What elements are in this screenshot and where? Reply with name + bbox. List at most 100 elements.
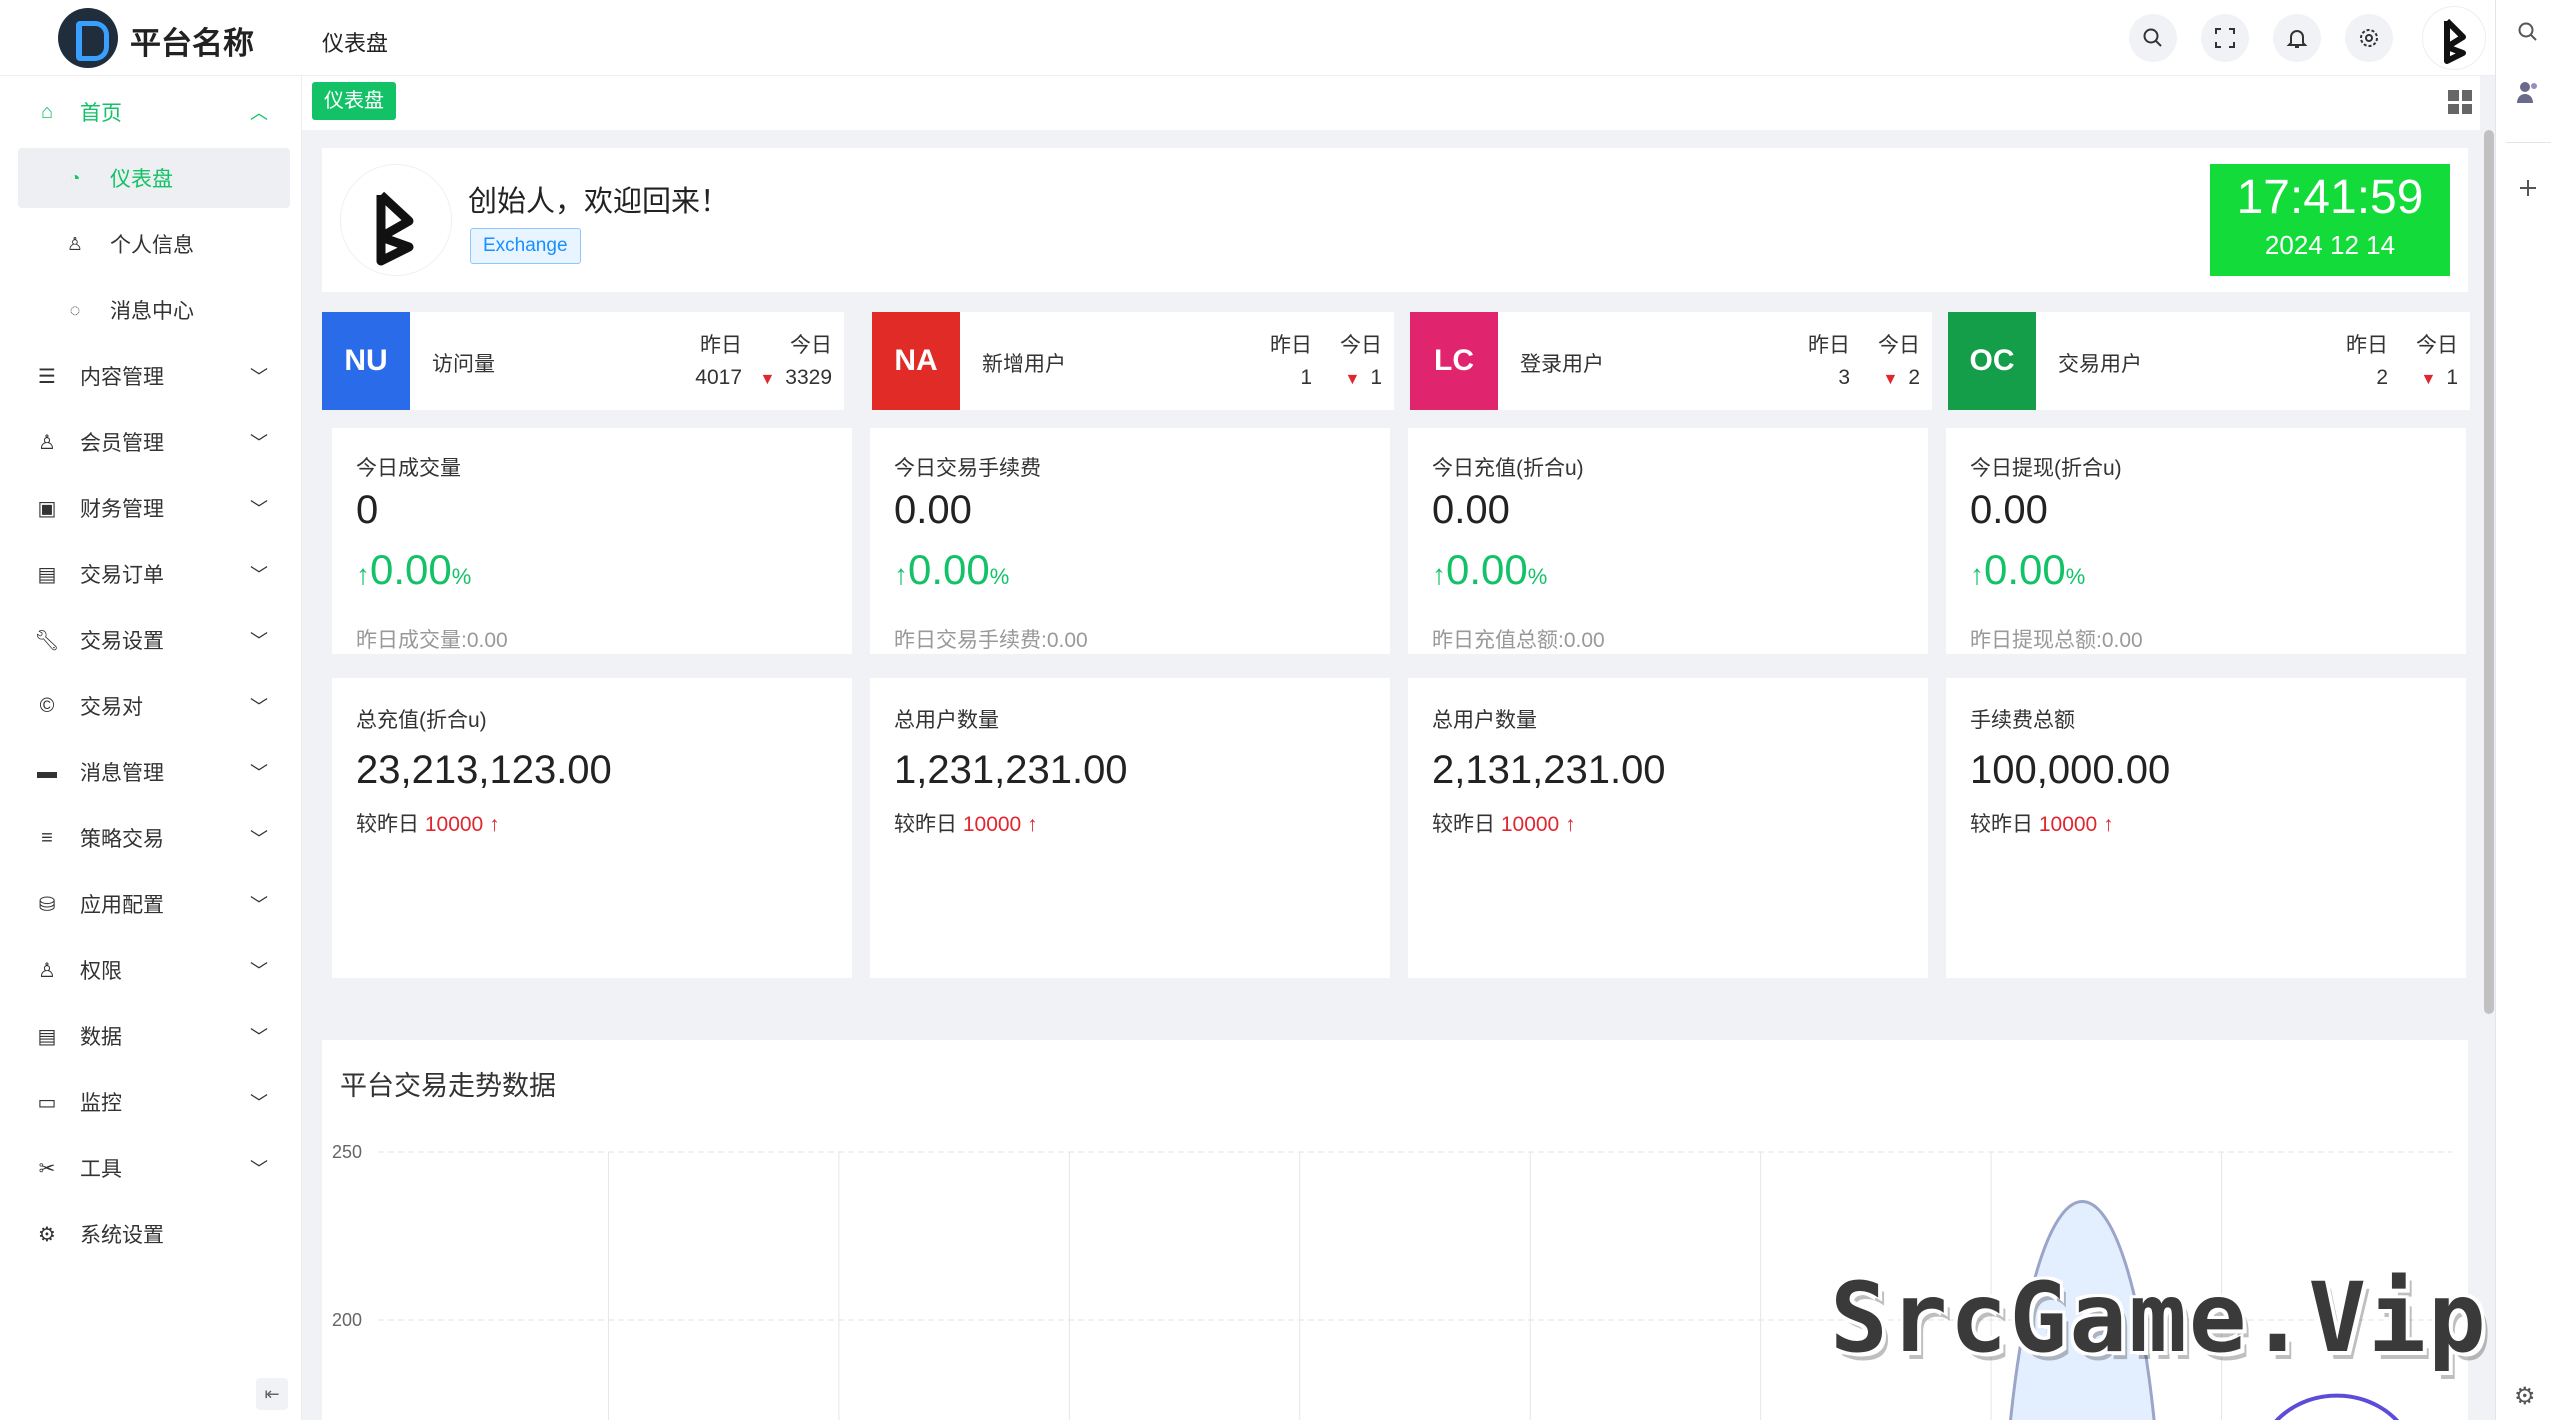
chevron-down-icon: ﹀ [250,697,268,717]
plus-icon[interactable] [2512,172,2544,204]
welcome-avatar [340,164,452,276]
user-avatar[interactable] [2422,6,2486,70]
compare-value: 10000 [424,813,484,836]
sidebar-item-pairs[interactable]: © 交易对 ﹀ [0,676,302,736]
sidebar-item-orders[interactable]: ▤ 交易订单 ﹀ [0,544,302,604]
scrollbar[interactable] [2484,130,2494,1014]
arrow-up-icon: ↑ [1027,813,1038,836]
chevron-down-icon: ﹀ [250,631,268,651]
welcome-panel: 创始人，欢迎回来！ Exchange 17:41:59 2024 12 14 [322,148,2468,292]
grid-menu-icon[interactable] [2448,90,2472,114]
sidebar-item-content[interactable]: ☰ 内容管理 ﹀ [0,346,302,406]
total-deposit-card: 总充值(折合u) 23,213,123.00 较昨日 10000 ↑ [332,678,852,978]
badge-oc: OC [1948,312,2036,410]
card-title: 总用户数量 [1432,709,1537,732]
arrow-up-icon: ↑ [1970,559,1984,590]
arrow-up-icon: ↑ [894,559,908,590]
today-deposit-card: 今日充值(折合u) 0.00 ↑0.00% 昨日充值总额:0.00 [1408,428,1928,654]
collapse-sidebar-icon[interactable]: ⇤ [256,1378,288,1410]
card-value: 0 [356,488,379,532]
member-icon: ♙ [38,431,56,454]
y-tick-label: 250 [332,1142,362,1162]
list-icon: ☰ [38,365,56,388]
clock-time: 17:41:59 [2236,171,2424,224]
card-title: 今日成交量 [356,457,461,480]
fullscreen-icon[interactable] [2201,14,2249,62]
clock-date: 2024 12 14 [2264,230,2396,260]
strip-name: 新增用户 [982,353,1066,376]
today-value: 3329 [785,366,832,389]
top-header: 平台名称 仪表盘 [0,0,2495,76]
sidebar-item-trade-settings[interactable]: 🔧︎ 交易设置 ﹀ [0,610,302,670]
today-value: 1 [1370,366,1382,389]
sidebar-subitem-profile[interactable]: ♙ 个人信息 [18,214,290,274]
card-compare: 较昨日 10000 ↑ [1970,808,2114,838]
search-icon[interactable] [2129,14,2177,62]
rail-search-icon[interactable] [2512,16,2544,48]
sidebar-subitem-dashboard[interactable]: ◔ 仪表盘 [18,148,290,208]
chevron-down-icon: ﹀ [250,961,268,981]
chevron-down-icon: ﹀ [250,1027,268,1047]
tab-dashboard[interactable]: 仪表盘 [312,82,396,120]
menu-icon: ≡ [41,826,53,849]
sidebar-item-members[interactable]: ♙ 会员管理 ﹀ [0,412,302,472]
today-withdraw-card: 今日提现(折合u) 0.00 ↑0.00% 昨日提现总额:0.00 [1946,428,2466,654]
sidebar-item-permissions[interactable]: ♙ 权限 ﹀ [0,940,302,1000]
card-title: 手续费总额 [1970,709,2075,732]
sidebar-item-label: 财务管理 [80,498,164,521]
card-change: ↑0.00% [894,546,1009,594]
change-value: 0.00 [908,546,990,593]
card-title: 今日提现(折合u) [1970,457,2122,480]
sidebar-item-finance[interactable]: ▣ 财务管理 ﹀ [0,478,302,538]
sidebar-item-label: 工具 [80,1158,122,1181]
today-fee-card: 今日交易手续费 0.00 ↑0.00% 昨日交易手续费:0.00 [870,428,1390,654]
permission-icon: ♙ [38,959,56,982]
platform-logo[interactable] [58,8,118,68]
chevron-down-icon: ﹀ [250,1159,268,1179]
gear-icon[interactable] [2345,14,2393,62]
card-title: 总充值(折合u) [356,709,487,732]
right-rail [2495,0,2560,1420]
sidebar-item-monitor[interactable]: ▭ 监控 ﹀ [0,1072,302,1132]
chevron-down-icon: ﹀ [250,1093,268,1113]
page-title: 仪表盘 [322,31,389,56]
change-unit: % [1527,564,1548,589]
bell-icon[interactable] [2273,14,2321,62]
sidebar-item-label: 首页 [80,102,122,125]
card-value: 100,000.00 [1970,748,2171,792]
today-label: 今日 [790,334,832,357]
message-icon: ◌ [69,299,81,320]
sidebar-item-system-settings[interactable]: ⚙ 系统设置 [0,1204,302,1264]
sidebar-item-label: 交易订单 [80,564,164,587]
change-value: 0.00 [1446,546,1528,593]
total-users-card: 总用户数量 1,231,231.00 较昨日 10000 ↑ [870,678,1390,978]
sidebar-subitem-messages[interactable]: ◌ 消息中心 [18,280,290,340]
floating-settings-icon[interactable]: ⚙ [2514,1382,2536,1411]
rail-user-icon[interactable] [2512,76,2544,108]
change-unit: % [451,564,472,589]
sidebar-item-app-config[interactable]: ⛁ 应用配置 ﹀ [0,874,302,934]
card-subtext: 昨日交易手续费:0.00 [894,629,1088,652]
card-compare: 较昨日 10000 ↑ [894,808,1038,838]
card-value: 23,213,123.00 [356,748,612,792]
sidebar-item-label: 交易对 [80,696,143,719]
welcome-greeting: 创始人，欢迎回来！ [468,186,730,218]
sidebar-item-home[interactable]: ⌂ 首页 ︿ [0,82,302,142]
sidebar: ⌂ 首页 ︿ ◔ 仪表盘 ♙ 个人信息 ◌ 消息中心 ☰ 内容管理 ﹀ ♙ 会员… [0,76,302,1420]
chevron-down-icon: ﹀ [250,895,268,915]
today-label: 今日 [2416,334,2458,357]
stat-strip-new-users: NA 新增用户 昨日 1 今日 ▼ 1 [872,312,1394,410]
sidebar-item-data[interactable]: ▤ 数据 ﹀ [0,1006,302,1066]
system-gear-icon: ⚙ [38,1223,56,1246]
sidebar-item-label: 数据 [80,1026,122,1049]
sidebar-item-message-mgmt[interactable]: ▬ 消息管理 ﹀ [0,742,302,802]
compare-label: 较昨日 [894,813,957,836]
card-compare: 较昨日 10000 ↑ [356,808,500,838]
strip-today: 今日 ▼ 2 [1850,330,1920,396]
card-subtext: 昨日充值总额:0.00 [1432,629,1605,652]
change-unit: % [2065,564,2086,589]
sidebar-item-strategy[interactable]: ≡ 策略交易 ﹀ [0,808,302,868]
sidebar-item-tools[interactable]: ✂ 工具 ﹀ [0,1138,302,1198]
today-value: 1 [2446,366,2458,389]
series-area-1 [2274,1393,2399,1420]
